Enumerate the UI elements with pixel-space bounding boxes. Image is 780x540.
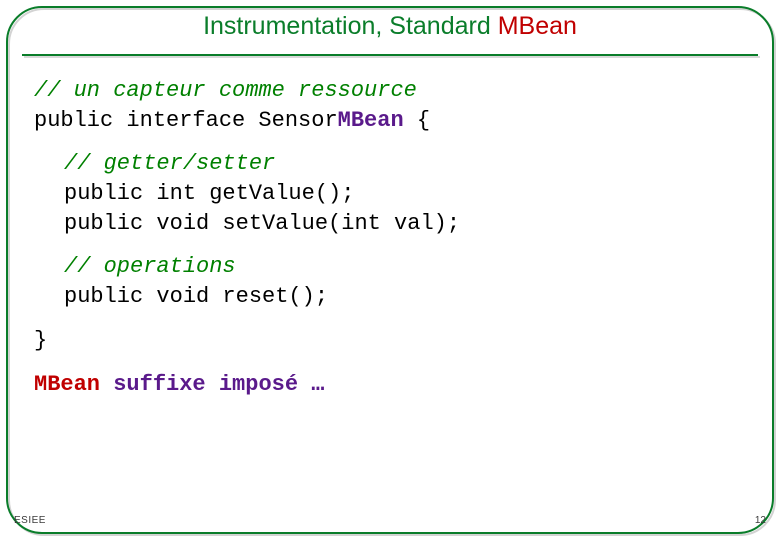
note-mbean: MBean (34, 372, 100, 397)
code-text: public interface Sensor (34, 108, 338, 133)
code-mbean-suffix: MBean (338, 108, 404, 133)
code-comment: // getter/setter (64, 149, 746, 179)
spacer (34, 238, 746, 252)
note-suffix: suffixe imposé … (100, 372, 324, 397)
spacer (34, 312, 746, 326)
code-comment: // un capteur comme ressource (34, 76, 746, 106)
code-line: public void setValue(int val); (64, 209, 746, 239)
code-text: { (404, 108, 430, 133)
title-mbean: MBean (498, 12, 577, 40)
code-note: MBean suffixe imposé … (34, 370, 746, 400)
title-prefix: Instrumentation, (203, 12, 389, 40)
title-standard: Standard (389, 12, 497, 40)
code-closing-brace: } (34, 326, 746, 356)
spacer (34, 356, 746, 370)
code-line: public interface SensorMBean { (34, 106, 746, 136)
title-divider-shadow (24, 56, 760, 58)
page-number: 12 (755, 515, 766, 526)
code-comment: // operations (64, 252, 746, 282)
code-block: // un capteur comme ressource public int… (34, 76, 746, 399)
code-line: public int getValue(); (64, 179, 746, 209)
footer-esiee: ESIEE (14, 515, 46, 526)
code-line: public void reset(); (64, 282, 746, 312)
slide-title: Instrumentation, Standard MBean (0, 12, 780, 41)
spacer (34, 135, 746, 149)
